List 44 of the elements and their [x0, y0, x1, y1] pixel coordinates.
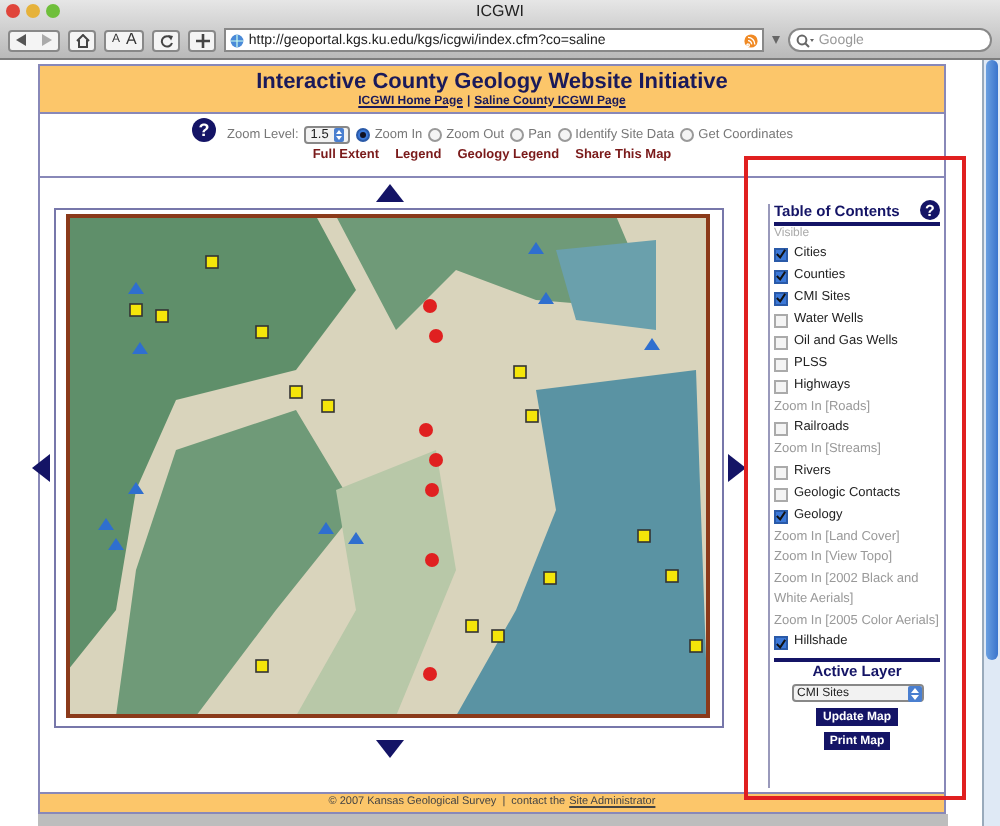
- checkbox[interactable]: [774, 335, 788, 349]
- checkbox[interactable]: [774, 509, 788, 523]
- checkbox[interactable]: [774, 313, 788, 327]
- rss-icon[interactable]: [744, 33, 759, 47]
- check-icon: [776, 637, 786, 649]
- caret-icon[interactable]: [772, 34, 781, 46]
- reload-icon: [159, 33, 174, 47]
- radio-button[interactable]: [428, 128, 443, 143]
- stepper-icon: [334, 128, 345, 143]
- scrollbar[interactable]: [982, 60, 1000, 826]
- checkbox[interactable]: [774, 357, 788, 371]
- text-size-button[interactable]: A: [126, 32, 137, 48]
- pan-up-arrow[interactable]: [375, 184, 403, 202]
- back-arrow-icon: [16, 34, 28, 46]
- checkbox[interactable]: [774, 422, 788, 436]
- radio-button[interactable]: [510, 128, 525, 143]
- help-icon[interactable]: ?: [191, 117, 215, 142]
- pan-right-arrow[interactable]: [728, 454, 746, 482]
- reload-button[interactable]: [152, 29, 181, 51]
- radio-button[interactable]: [356, 128, 371, 143]
- stepper-icon: [907, 685, 921, 701]
- window-title: ICGWI: [476, 3, 524, 19]
- checkbox[interactable]: [774, 269, 788, 283]
- checkbox[interactable]: [774, 636, 788, 650]
- globe-icon: [230, 33, 245, 47]
- home-button[interactable]: [68, 29, 96, 51]
- radio-button[interactable]: [557, 128, 572, 143]
- checkbox[interactable]: [774, 247, 788, 261]
- back-forward-button[interactable]: [8, 29, 60, 51]
- checkbox[interactable]: [774, 379, 788, 393]
- radio-button[interactable]: [680, 128, 695, 143]
- plus-icon: [195, 33, 210, 47]
- check-icon: [776, 510, 786, 522]
- checkbox[interactable]: [774, 291, 788, 305]
- home-icon: [75, 33, 89, 47]
- add-bookmark-button[interactable]: [188, 29, 217, 51]
- forward-arrow-icon: [40, 34, 52, 46]
- pan-down-arrow[interactable]: [375, 740, 403, 758]
- checkbox[interactable]: [774, 465, 788, 479]
- help-icon[interactable]: ?: [920, 199, 940, 219]
- search-icon: [796, 33, 815, 47]
- checkbox[interactable]: [774, 487, 788, 501]
- page-title: Interactive County Geology Website Initiative: [256, 71, 728, 93]
- pan-left-arrow[interactable]: [32, 454, 50, 482]
